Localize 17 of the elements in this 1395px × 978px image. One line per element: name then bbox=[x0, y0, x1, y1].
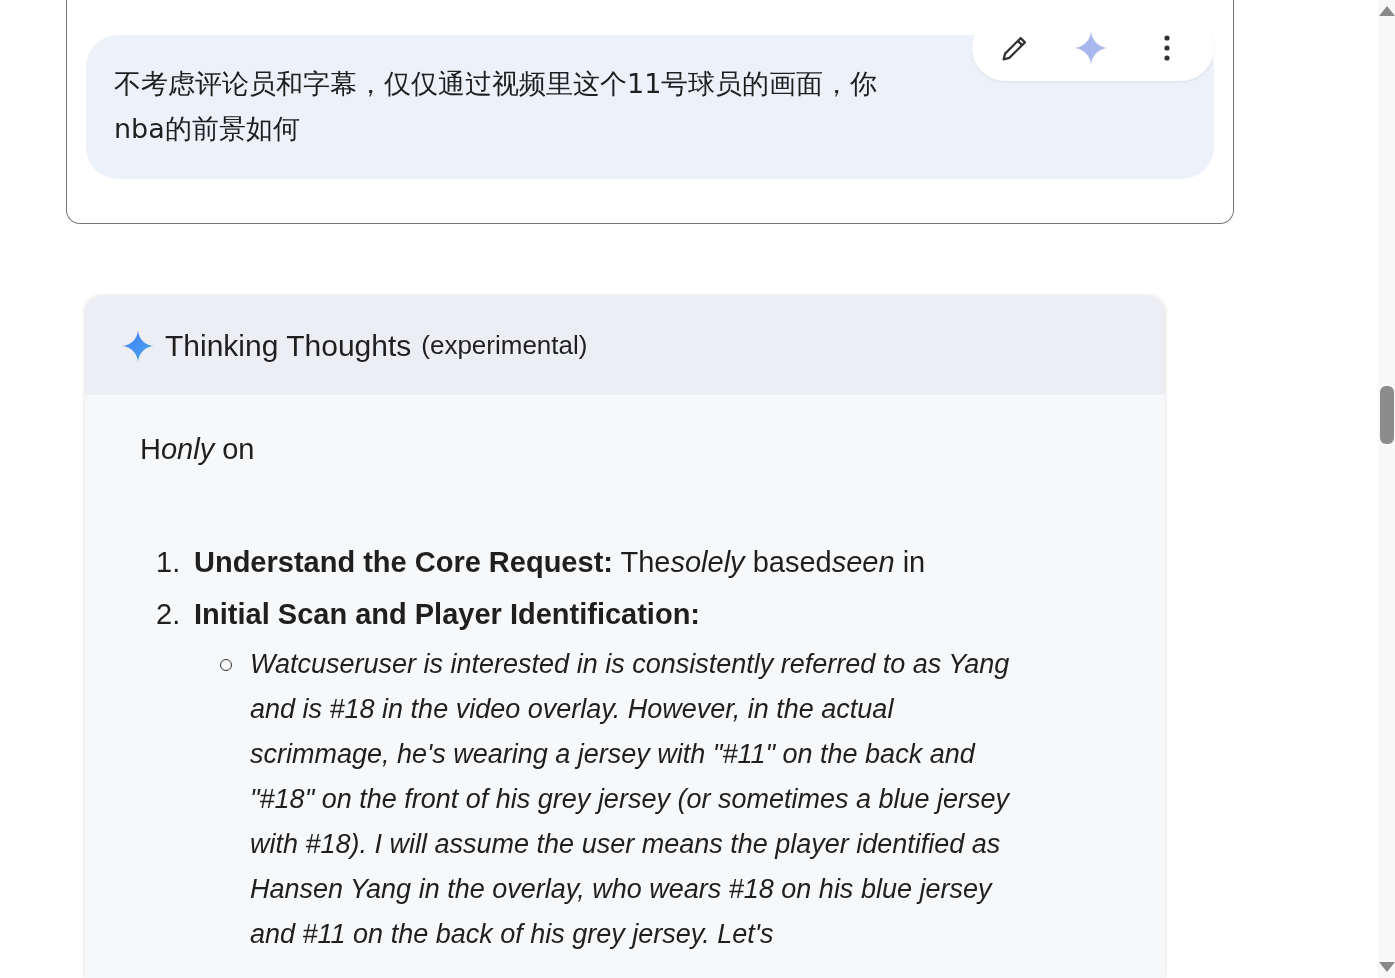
step-text: Understand the Core Request: Thesolely basedseen in bbox=[194, 545, 927, 580]
scroll-down-icon bbox=[1378, 962, 1395, 972]
more-icon bbox=[1163, 33, 1171, 63]
step-number: 1. bbox=[156, 545, 182, 580]
prompt-text: nba的前景如何 bbox=[114, 112, 301, 146]
prompt-text: 不考虑评论员和字幕，仅仅通过视频里这个11号球员的画面，你 bbox=[114, 67, 879, 101]
scrollbar[interactable] bbox=[1378, 0, 1395, 978]
step-text: Initial Scan and Player Identification: bbox=[194, 597, 701, 632]
thoughts-title: Thinking Thoughts bbox=[165, 328, 412, 363]
thought-text: Honly on bbox=[140, 433, 256, 466]
scroll-up-icon bbox=[1378, 6, 1395, 16]
thoughts-subtitle: (experimental) bbox=[421, 330, 588, 361]
thoughts-header[interactable]: Thinking Thoughts (experimental) bbox=[85, 296, 1165, 395]
sparkle-icon bbox=[1073, 30, 1109, 66]
scrollbar-thumb[interactable] bbox=[1379, 386, 1394, 444]
step-number: 2. bbox=[156, 597, 182, 632]
bullet-text: Watcuseruser is interested in is consistently referred to as Yang and is #18 in the video overlay. However, in the actual scrimmage, he's wearing a jersey with "#11" on the back and "#18" on the front of his grey jersey (or sometimes a blue jersey with #18). I will assume the user means the player identified as Hansen Yang in the overlay, who wears #18 on his blue jersey and #11 on the back of his grey jersey. Let's bbox=[250, 648, 1011, 951]
